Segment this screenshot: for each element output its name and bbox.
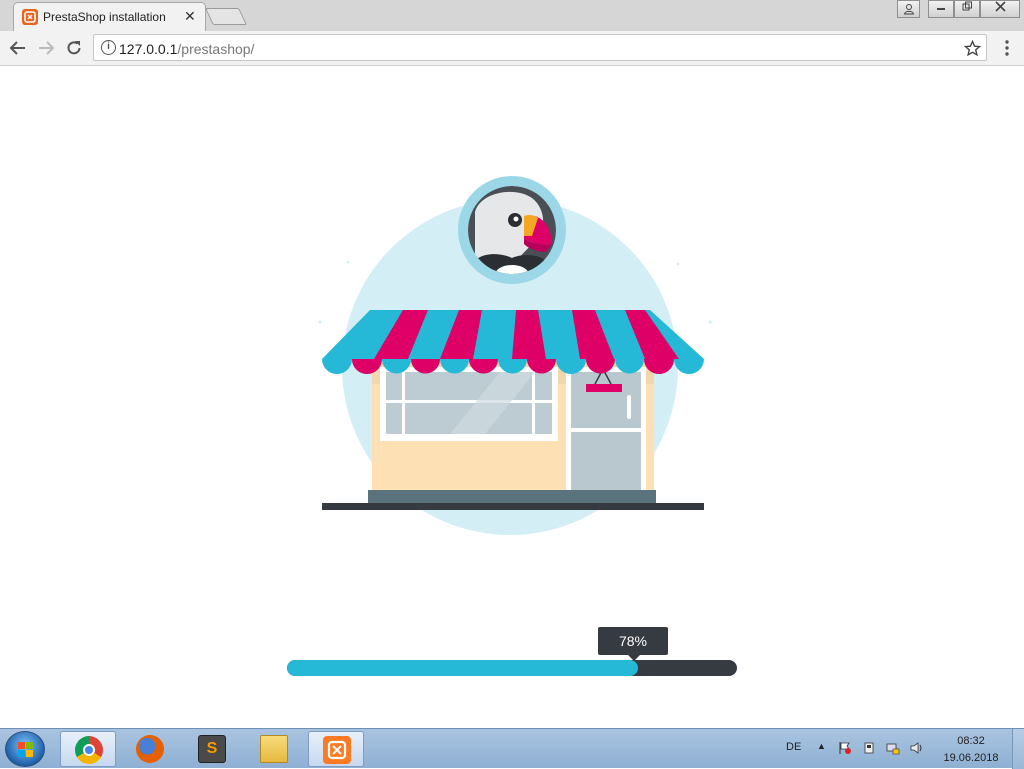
prestashop-favicon-icon: [22, 9, 38, 25]
minimize-icon: [937, 8, 945, 10]
volume-icon[interactable]: [910, 741, 924, 755]
shop-building: [322, 362, 704, 510]
user-profile-button[interactable]: [897, 0, 920, 18]
taskbar-chrome[interactable]: [60, 731, 116, 767]
awning: [322, 310, 704, 374]
installer-page: 78%: [0, 67, 1024, 728]
tab-strip: PrestaShop installation ✕: [0, 0, 1024, 31]
url-text: 127.0.0.1/prestashop/: [119, 41, 254, 57]
windows-taskbar: S DE ▲ 08:32 19.06.2018: [0, 728, 1024, 769]
new-tab-button[interactable]: [205, 8, 247, 25]
clock-time[interactable]: 08:32: [942, 735, 1000, 747]
info-icon[interactable]: i: [101, 40, 116, 55]
storefront-illustration: [318, 176, 712, 535]
file-explorer-icon: [260, 735, 288, 763]
show-hidden-icons-icon[interactable]: ▲: [817, 741, 826, 751]
progress-fill: [287, 660, 638, 676]
taskbar-firefox[interactable]: [122, 731, 178, 767]
close-icon: [994, 1, 1006, 12]
reload-button[interactable]: [62, 36, 86, 60]
chrome-icon: [75, 736, 103, 764]
firefox-icon: [136, 735, 164, 763]
installation-progress-bar: [287, 660, 737, 676]
tab-title: PrestaShop installation: [43, 10, 166, 24]
restore-icon: [962, 1, 972, 11]
address-bar[interactable]: i 127.0.0.1/prestashop/: [93, 34, 987, 61]
sublime-text-icon: S: [198, 735, 226, 763]
back-button[interactable]: [6, 36, 30, 60]
url-path: /prestashop/: [177, 41, 255, 57]
input-language-indicator[interactable]: DE: [786, 741, 801, 753]
browser-toolbar: i 127.0.0.1/prestashop/: [0, 31, 1024, 66]
user-icon: [903, 4, 914, 15]
clock-date[interactable]: 19.06.2018: [938, 752, 1004, 764]
reload-icon: [67, 41, 81, 55]
taskbar-xampp[interactable]: [308, 731, 364, 767]
start-button[interactable]: [5, 731, 45, 767]
forward-button[interactable]: [34, 36, 58, 60]
progress-percent-label: 78%: [598, 627, 668, 661]
url-host: 127.0.0.1: [119, 41, 178, 57]
show-desktop-button[interactable]: [1012, 729, 1024, 769]
chrome-menu-icon[interactable]: [998, 37, 1016, 61]
network-icon[interactable]: [886, 741, 900, 755]
close-window-button[interactable]: [980, 0, 1020, 18]
taskbar-sublime-text[interactable]: S: [184, 731, 240, 767]
minimize-button[interactable]: [928, 0, 954, 18]
xampp-icon: [323, 736, 351, 764]
arrow-left-icon: [9, 41, 25, 55]
puffin-mascot-icon: [458, 176, 566, 284]
tab-close-icon[interactable]: ✕: [184, 8, 196, 25]
restore-button[interactable]: [954, 0, 980, 18]
tab-prestashop-installation[interactable]: PrestaShop installation ✕: [13, 2, 206, 31]
bookmark-star-icon[interactable]: [963, 37, 982, 62]
windows-logo-icon: [18, 742, 34, 758]
usb-device-icon[interactable]: [862, 741, 876, 755]
taskbar-file-explorer[interactable]: [246, 731, 302, 767]
action-center-flag-icon[interactable]: [838, 741, 852, 755]
arrow-right-icon: [39, 41, 55, 55]
